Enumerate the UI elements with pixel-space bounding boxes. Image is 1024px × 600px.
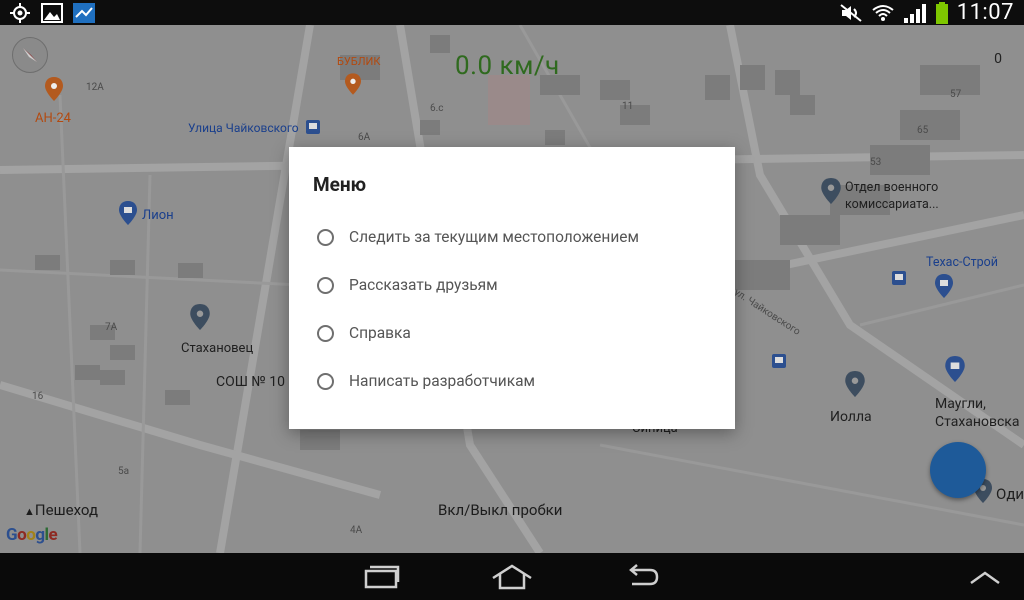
clock: 11:07 <box>956 0 1014 25</box>
poi-label: СОШ № 10 <box>216 374 285 390</box>
signal-icon <box>903 2 927 24</box>
house-number: 7А <box>105 322 118 333</box>
option-label: Справка <box>349 324 411 342</box>
bus-stop-icon[interactable] <box>772 354 786 368</box>
recent-apps-icon <box>364 565 400 589</box>
radio-button[interactable] <box>317 324 334 342</box>
menu-dialog: Меню Следить за текущим местоположением … <box>289 147 735 429</box>
speed-readout: 0.0 км/ч <box>455 51 560 81</box>
restaurant-pin-icon[interactable] <box>45 77 63 101</box>
wifi-icon <box>871 2 895 24</box>
house-number: 65 <box>917 125 929 136</box>
poi-label: Техас-Строй <box>926 255 998 270</box>
place-pin-icon[interactable] <box>190 304 210 330</box>
poi-label: Маугли, <box>935 396 986 412</box>
shopping-pin-icon[interactable] <box>934 274 954 298</box>
house-number: 6.с <box>430 103 444 114</box>
triangle-icon: ▲ <box>24 505 35 518</box>
shopping-pin-icon[interactable] <box>945 356 965 382</box>
back-button[interactable] <box>612 561 672 593</box>
home-button[interactable] <box>482 561 542 593</box>
traffic-toggle-button[interactable]: Вкл/Выкл пробки <box>438 501 562 519</box>
restaurant-pin-icon[interactable] <box>345 73 361 95</box>
up-chevron-icon <box>970 571 1000 585</box>
bus-stop-icon[interactable] <box>306 120 320 134</box>
option-label: Следить за текущим местоположением <box>349 228 639 246</box>
menu-up-button[interactable] <box>955 561 1015 593</box>
poi-label: БУБЛИК <box>337 55 381 68</box>
house-number: 11 <box>622 101 634 112</box>
house-number: 57 <box>950 89 962 100</box>
poi-label: АН-24 <box>35 111 71 126</box>
shopping-pin-icon[interactable] <box>118 201 138 225</box>
option-label: Рассказать друзьям <box>349 276 498 294</box>
option-help[interactable]: Справка <box>317 318 717 348</box>
poi-label: Оди <box>996 485 1024 503</box>
radio-button[interactable] <box>317 228 334 246</box>
status-bar: 11:07 <box>0 0 1024 25</box>
house-number: 5а <box>118 466 130 477</box>
scale-value: 0 <box>994 51 1002 67</box>
radio-button[interactable] <box>317 276 334 294</box>
recent-apps-button[interactable] <box>352 561 412 593</box>
navigation-bar <box>0 553 1024 600</box>
house-number: 12А <box>86 82 104 93</box>
place-pin-icon[interactable] <box>845 371 865 397</box>
mute-icon <box>839 2 863 24</box>
poi-label: Лион <box>142 208 174 223</box>
bus-stop-icon[interactable] <box>892 271 906 285</box>
home-icon <box>492 564 532 590</box>
poi-label: комиссариата... <box>845 197 939 212</box>
poi-label: Отдел военного <box>845 180 939 195</box>
dialog-title: Меню <box>313 173 367 196</box>
gallery-icon <box>40 2 64 24</box>
street-label: Улица Чайковского <box>188 121 299 135</box>
back-icon <box>629 564 659 586</box>
house-number: 4А <box>350 525 363 536</box>
radio-button[interactable] <box>317 372 334 390</box>
app-icon <box>72 2 96 24</box>
floating-action-button[interactable] <box>930 442 986 498</box>
pedestrian-toggle[interactable]: ▲Пешеход <box>24 501 98 519</box>
compass-button[interactable] <box>12 37 48 73</box>
house-number: 6А <box>358 132 371 143</box>
place-pin-icon[interactable] <box>821 178 841 204</box>
house-number: 16 <box>32 391 44 402</box>
google-logo: Google <box>6 525 58 545</box>
option-tell-friends[interactable]: Рассказать друзьям <box>317 270 717 300</box>
battery-icon <box>935 1 949 24</box>
option-track-location[interactable]: Следить за текущим местоположением <box>317 222 717 252</box>
poi-label: Иолла <box>830 409 872 425</box>
option-contact-developers[interactable]: Написать разработчикам <box>317 366 717 396</box>
location-icon <box>8 2 32 24</box>
compass-icon <box>23 48 37 62</box>
poi-label: Стахановска <box>935 414 1020 430</box>
option-label: Написать разработчикам <box>349 372 536 390</box>
poi-label: Стахановец <box>181 341 254 356</box>
house-number: 53 <box>870 157 882 168</box>
